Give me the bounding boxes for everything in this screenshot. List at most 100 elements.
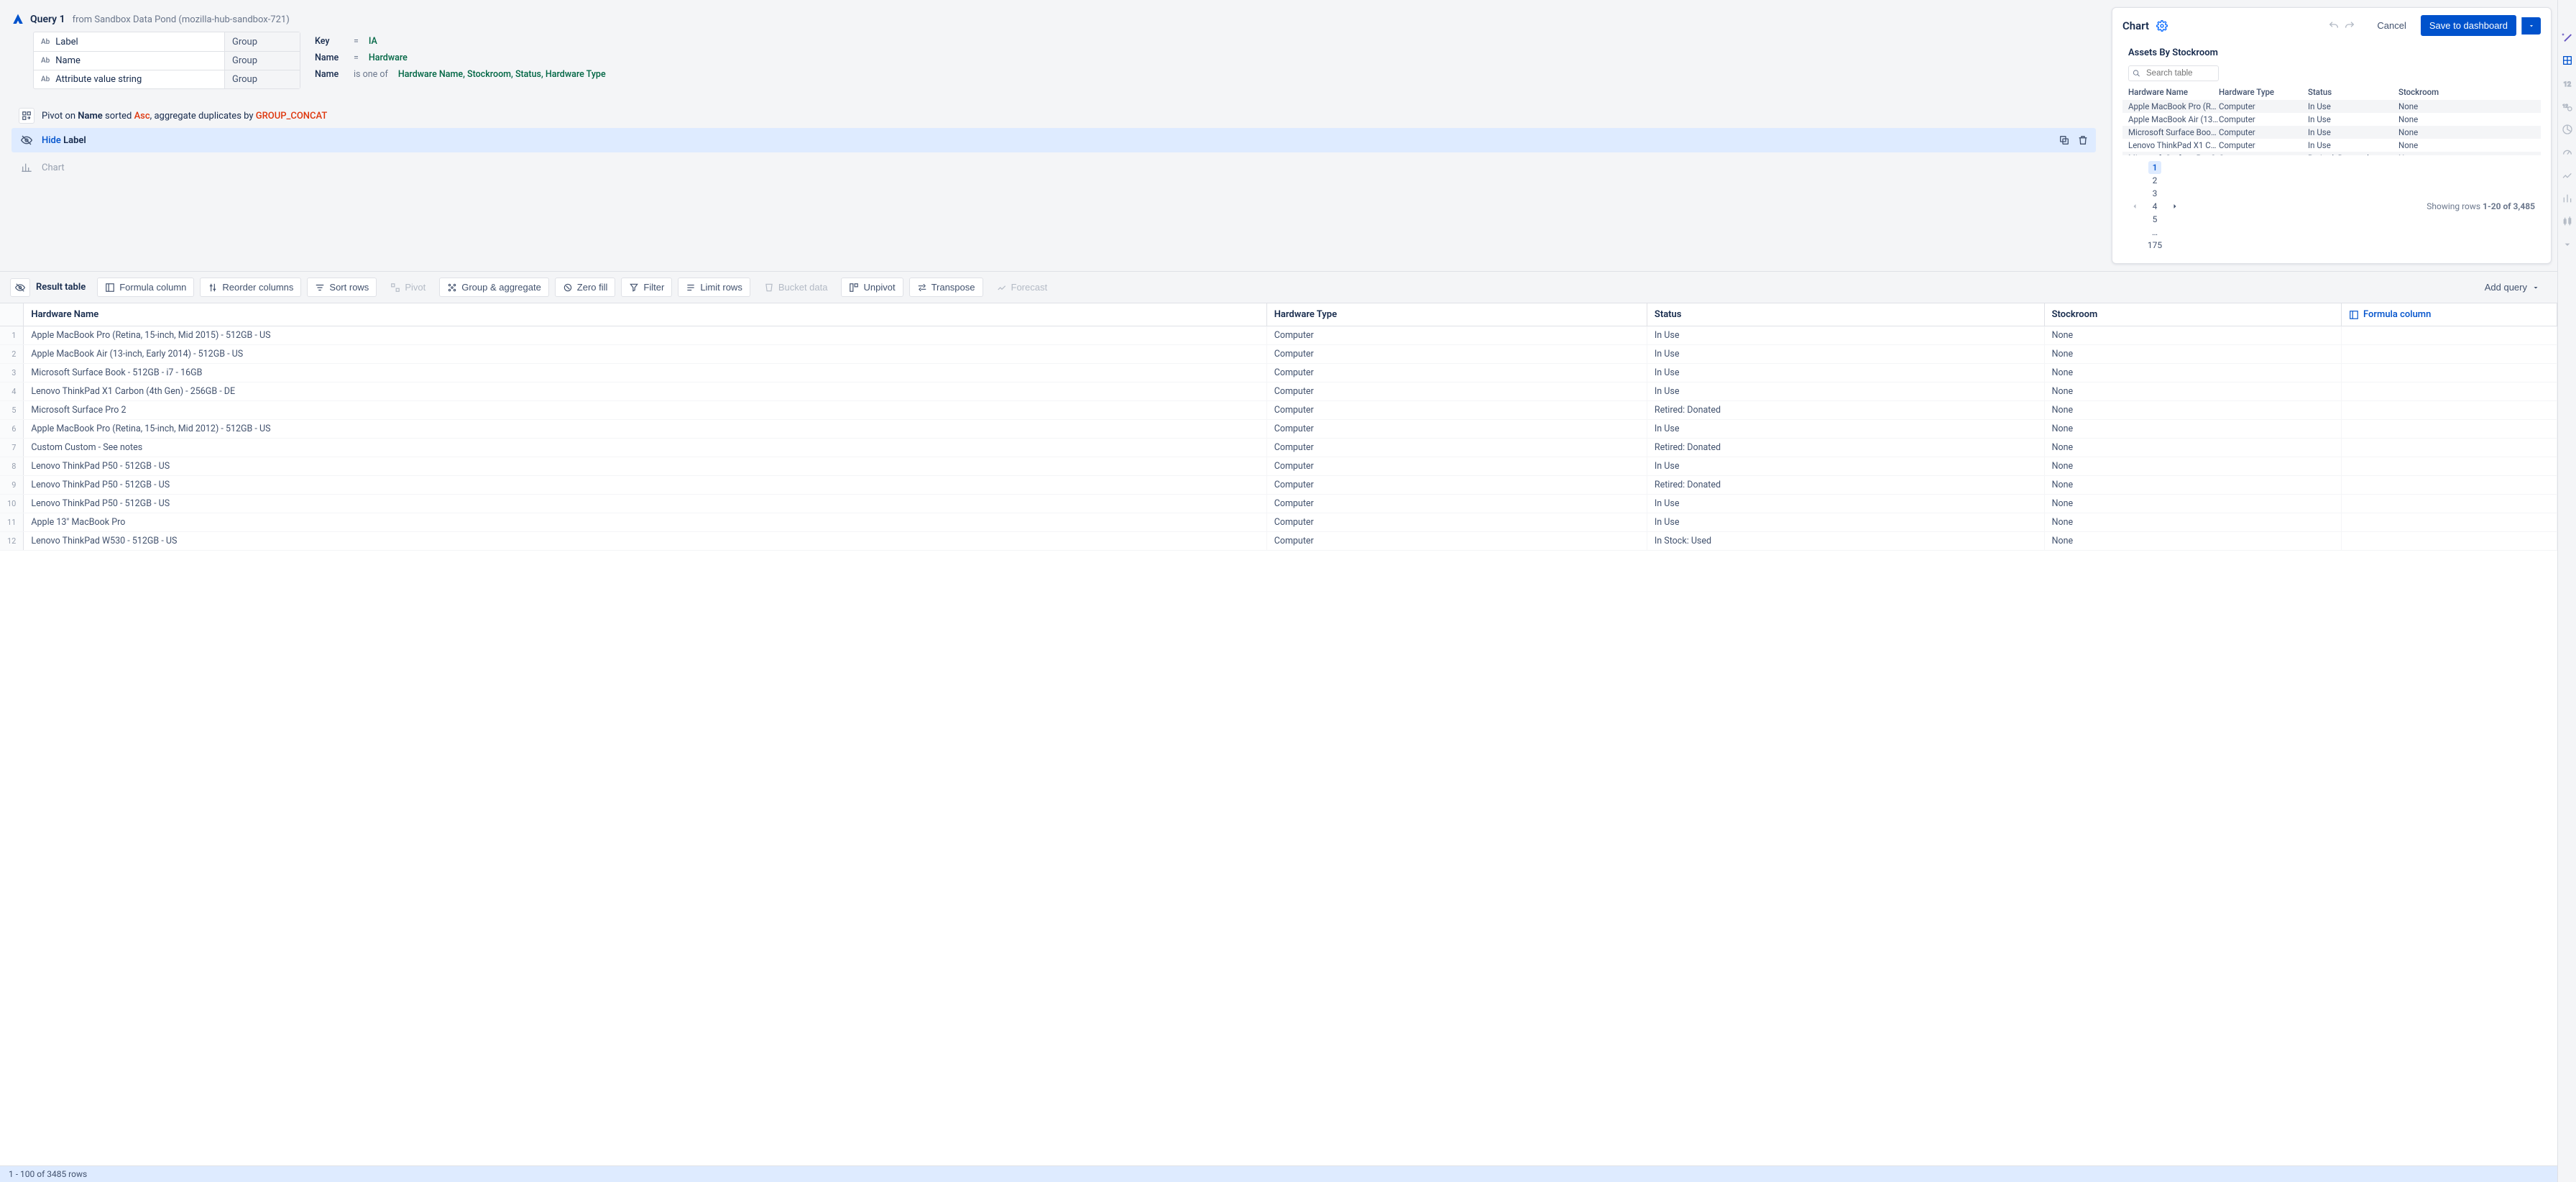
chart-column-header[interactable]: Status bbox=[2308, 87, 2398, 97]
schema-row[interactable]: AbLabelGroup bbox=[34, 32, 300, 51]
eye-off-button[interactable] bbox=[10, 278, 30, 297]
schema-agg[interactable]: Group bbox=[224, 52, 300, 70]
chart-step[interactable]: Chart bbox=[12, 155, 2100, 180]
schema-columns-block[interactable]: AbLabelGroupAbNameGroupAbAttribute value… bbox=[33, 32, 300, 89]
pager-page-button[interactable]: 4 bbox=[2148, 200, 2161, 213]
chart-column-header[interactable]: Hardware Name bbox=[2128, 87, 2219, 97]
result-row[interactable]: 7Custom Custom - See notesComputerRetire… bbox=[0, 439, 2557, 457]
filter-value-list[interactable]: Hardware Name, Stockroom, Status, Hardwa… bbox=[398, 69, 606, 80]
result-row[interactable]: 1Apple MacBook Pro (Retina, 15-inch, Mid… bbox=[0, 326, 2557, 345]
formula-cell[interactable] bbox=[2342, 364, 2557, 382]
result-row[interactable]: 5Microsoft Surface Pro 2ComputerRetired:… bbox=[0, 401, 2557, 420]
result-row[interactable]: 11Apple 13" MacBook ProComputerIn UseNon… bbox=[0, 513, 2557, 532]
chart-cell: None bbox=[2398, 114, 2483, 124]
hide-step[interactable]: Hide Label bbox=[12, 128, 2096, 152]
transpose-button[interactable]: Transpose bbox=[909, 278, 983, 297]
group-aggregate-button[interactable]: Group & aggregate bbox=[439, 278, 549, 297]
result-row[interactable]: 9Lenovo ThinkPad P50 - 512GB - USCompute… bbox=[0, 476, 2557, 495]
schema-agg[interactable]: Group bbox=[224, 70, 300, 88]
reorder-columns-button[interactable]: Reorder columns bbox=[200, 278, 301, 297]
result-row[interactable]: 6Apple MacBook Pro (Retina, 15-inch, Mid… bbox=[0, 420, 2557, 439]
save-dropdown-button[interactable] bbox=[2521, 17, 2541, 35]
line-chart-icon[interactable] bbox=[2562, 170, 2573, 181]
schema-row[interactable]: AbAttribute value stringGroup bbox=[34, 70, 300, 88]
chart-column-header[interactable]: Stockroom bbox=[2398, 87, 2483, 97]
result-cell: Custom Custom - See notes bbox=[24, 439, 1266, 457]
result-column-header[interactable]: Hardware Name bbox=[24, 303, 1266, 326]
result-table-area[interactable]: Hardware NameHardware TypeStatusStockroo… bbox=[0, 303, 2557, 1165]
unpivot-button[interactable]: Unpivot bbox=[841, 278, 903, 297]
pager-next-icon[interactable] bbox=[2168, 200, 2181, 213]
formula-cell[interactable] bbox=[2342, 495, 2557, 513]
formula-column-button[interactable]: Formula column bbox=[97, 278, 194, 297]
formula-cell[interactable] bbox=[2342, 420, 2557, 439]
chart-icon bbox=[19, 160, 34, 175]
query-title[interactable]: Query 1 bbox=[30, 14, 65, 25]
chevron-down-icon[interactable] bbox=[2562, 239, 2573, 250]
result-cell: None bbox=[2044, 457, 2341, 476]
number-icon[interactable]: 12 bbox=[2562, 78, 2573, 89]
redo-icon[interactable] bbox=[2344, 20, 2355, 32]
result-row[interactable]: 8Lenovo ThinkPad P50 - 512GB - USCompute… bbox=[0, 457, 2557, 476]
copy-icon[interactable] bbox=[2058, 134, 2070, 146]
formula-cell[interactable] bbox=[2342, 457, 2557, 476]
chart-search-input[interactable] bbox=[2128, 65, 2219, 81]
app-logo-icon bbox=[12, 13, 24, 26]
result-row[interactable]: 10Lenovo ThinkPad P50 - 512GB - USComput… bbox=[0, 495, 2557, 513]
table-view-icon[interactable] bbox=[2562, 55, 2573, 66]
formula-cell[interactable] bbox=[2342, 401, 2557, 420]
chart-row[interactable]: Apple MacBook Air (13-inch, E…ComputerIn… bbox=[2122, 113, 2541, 126]
formula-cell[interactable] bbox=[2342, 439, 2557, 457]
pivot-step[interactable]: Pivot on Name sorted Asc, aggregate dupl… bbox=[12, 104, 2100, 128]
chart-row[interactable]: Apple MacBook Pro (Retina, 15…ComputerIn… bbox=[2122, 100, 2541, 113]
candlestick-icon[interactable] bbox=[2562, 216, 2573, 227]
trash-icon[interactable] bbox=[2077, 134, 2089, 146]
formula-cell[interactable] bbox=[2342, 532, 2557, 551]
result-column-header[interactable]: Stockroom bbox=[2044, 303, 2341, 326]
chart-column-header[interactable]: Hardware Type bbox=[2219, 87, 2308, 97]
pie-chart-icon[interactable] bbox=[2562, 124, 2573, 135]
pager-prev-icon[interactable] bbox=[2128, 200, 2141, 213]
chart-panel: Chart Cancel Save to dashboard bbox=[2112, 7, 2552, 264]
magic-wand-icon[interactable] bbox=[2562, 32, 2573, 43]
formula-cell[interactable] bbox=[2342, 345, 2557, 364]
svg-text:12: 12 bbox=[2562, 103, 2568, 109]
result-column-header[interactable]: Hardware Type bbox=[1266, 303, 1647, 326]
filter-op: = bbox=[354, 36, 359, 47]
pager-page-button[interactable]: 2 bbox=[2148, 174, 2161, 187]
formula-cell[interactable] bbox=[2342, 382, 2557, 401]
pager-page-button[interactable]: 1 bbox=[2148, 161, 2161, 174]
result-row[interactable]: 4Lenovo ThinkPad X1 Carbon (4th Gen) - 2… bbox=[0, 382, 2557, 401]
save-to-dashboard-button[interactable]: Save to dashboard bbox=[2421, 15, 2516, 36]
limit-rows-button[interactable]: Limit rows bbox=[678, 278, 750, 297]
gauge-icon[interactable] bbox=[2562, 147, 2573, 158]
schema-agg[interactable]: Group bbox=[224, 32, 300, 51]
sort-rows-button[interactable]: Sort rows bbox=[307, 278, 377, 297]
gear-icon[interactable] bbox=[2156, 20, 2168, 32]
filter-value[interactable]: IA bbox=[369, 36, 377, 47]
bar-chart-icon[interactable] bbox=[2562, 193, 2573, 204]
result-cell: None bbox=[2044, 513, 2341, 532]
cancel-button[interactable]: Cancel bbox=[2370, 16, 2413, 35]
formula-cell[interactable] bbox=[2342, 476, 2557, 495]
result-row[interactable]: 2Apple MacBook Air (13-inch, Early 2014)… bbox=[0, 345, 2557, 364]
result-column-header[interactable]: Status bbox=[1647, 303, 2044, 326]
chart-row[interactable]: Microsoft Surface Book - 512G…ComputerIn… bbox=[2122, 126, 2541, 139]
undo-icon[interactable] bbox=[2328, 20, 2340, 32]
result-row[interactable]: 12Lenovo ThinkPad W530 - 512GB - USCompu… bbox=[0, 532, 2557, 551]
add-query-button[interactable]: Add query bbox=[2478, 278, 2547, 297]
formula-cell[interactable] bbox=[2342, 326, 2557, 345]
filter-button[interactable]: Filter bbox=[621, 278, 672, 297]
pager-page-button[interactable]: 5 bbox=[2148, 213, 2161, 226]
schema-row[interactable]: AbNameGroup bbox=[34, 51, 300, 70]
number-settings-icon[interactable]: 12 bbox=[2562, 101, 2573, 112]
pager-page-button[interactable]: 3 bbox=[2148, 187, 2161, 200]
filter-value[interactable]: Hardware bbox=[369, 52, 408, 63]
result-row[interactable]: 3Microsoft Surface Book - 512GB - i7 - 1… bbox=[0, 364, 2557, 382]
pager-page-button[interactable]: … bbox=[2148, 226, 2161, 239]
formula-cell[interactable] bbox=[2342, 513, 2557, 532]
chart-row[interactable]: Lenovo ThinkPad X1 Carbon (4…ComputerIn … bbox=[2122, 139, 2541, 152]
zero-fill-button[interactable]: Zero fill bbox=[555, 278, 616, 297]
formula-column-header[interactable]: Formula column bbox=[2342, 303, 2557, 326]
pager-page-button[interactable]: 175 bbox=[2148, 239, 2161, 252]
